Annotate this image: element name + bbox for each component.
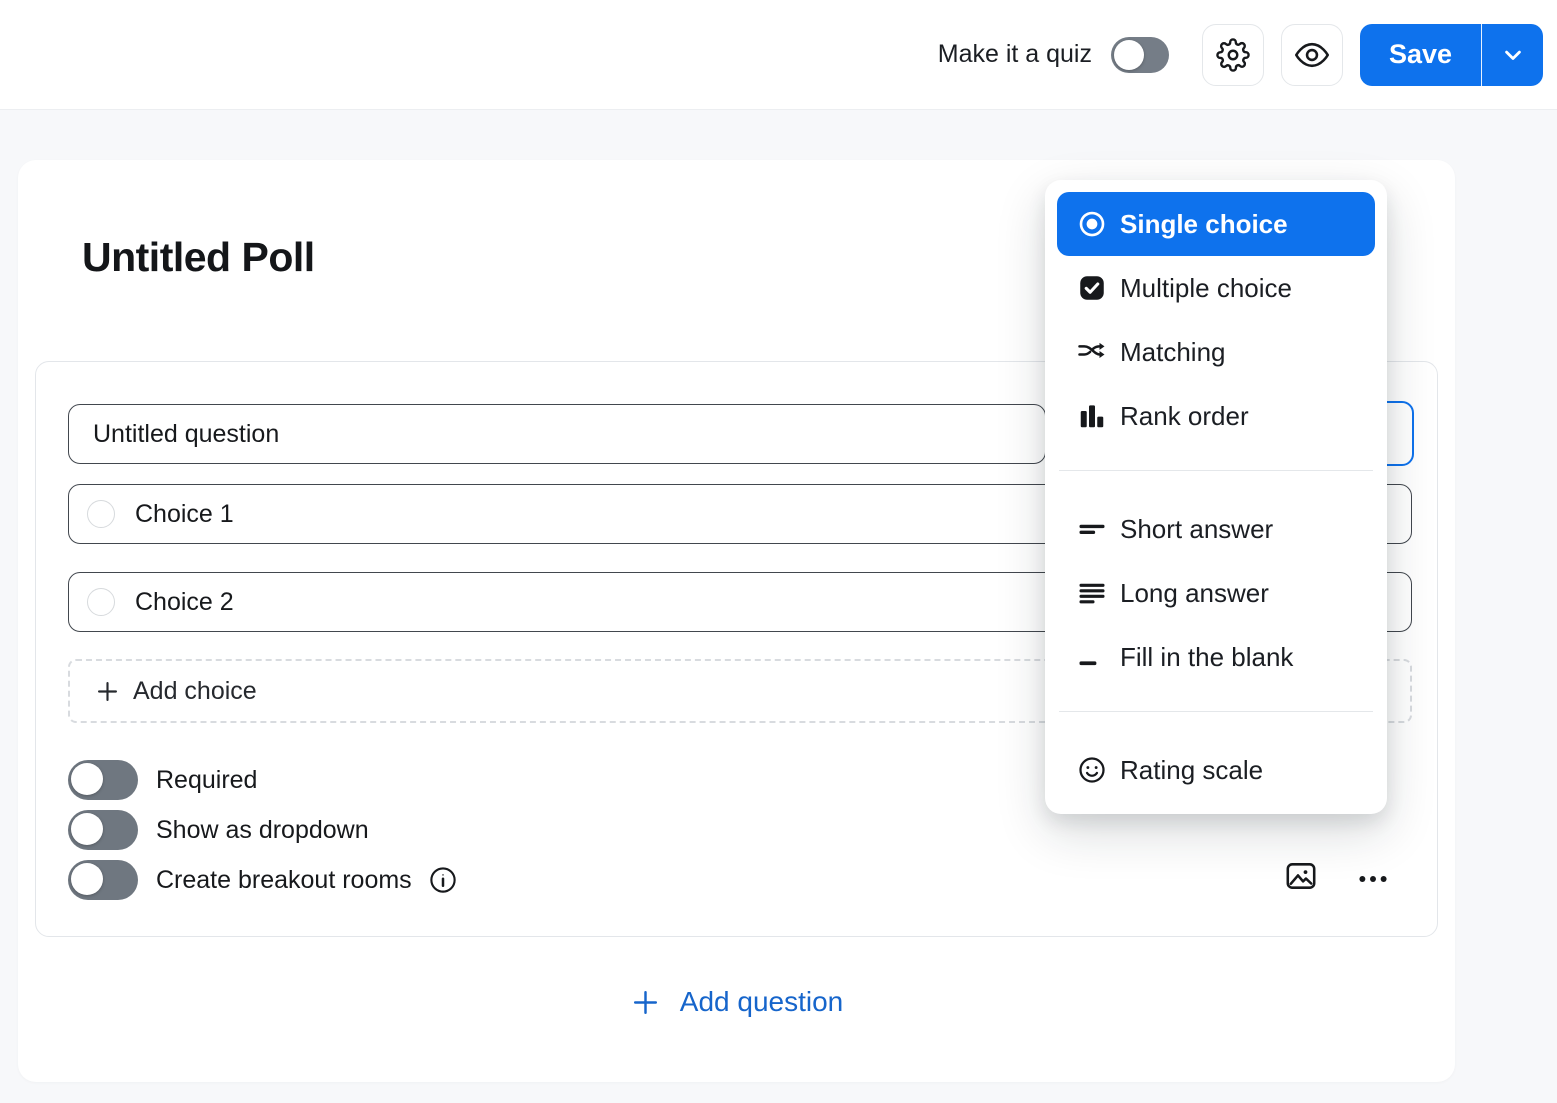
question-type-menu: Single choice Multiple choice: [1045, 180, 1387, 814]
toggle-knob: [71, 813, 103, 845]
make-it-a-quiz-label: Make it a quiz: [938, 40, 1092, 69]
create-breakout-rooms-toggle[interactable]: [68, 860, 138, 900]
menu-item-multiple-choice[interactable]: Multiple choice: [1057, 256, 1375, 320]
menu-item-label: Rank order: [1120, 401, 1249, 432]
choice-text: Choice 2: [135, 588, 234, 617]
radio-circle-icon: [87, 588, 115, 616]
menu-item-label: Short answer: [1120, 514, 1273, 545]
chevron-down-icon: [1499, 41, 1527, 69]
toggle-knob: [1114, 40, 1144, 70]
settings-button[interactable]: [1202, 24, 1264, 86]
add-image-button[interactable]: [1282, 857, 1320, 895]
menu-item-rating-scale[interactable]: Rating scale: [1057, 738, 1375, 802]
show-as-dropdown-label: Show as dropdown: [156, 816, 369, 845]
preview-button[interactable]: [1281, 24, 1343, 86]
menu-item-label: Multiple choice: [1120, 273, 1292, 304]
more-options-button[interactable]: [1354, 860, 1392, 898]
menu-item-matching[interactable]: Matching: [1057, 320, 1375, 384]
choice-text: Choice 1: [135, 500, 234, 529]
menu-item-single-choice[interactable]: Single choice: [1057, 192, 1375, 256]
menu-divider: [1059, 470, 1373, 471]
checkbox-icon: [1077, 273, 1107, 303]
create-breakout-rooms-label: Create breakout rooms: [156, 866, 412, 895]
menu-item-label: Long answer: [1120, 578, 1269, 609]
plus-icon: [94, 678, 121, 705]
save-split-button: Save: [1360, 24, 1543, 86]
menu-item-rank-order[interactable]: Rank order: [1057, 384, 1375, 448]
menu-item-long-answer[interactable]: Long answer: [1057, 561, 1375, 625]
menu-item-label: Single choice: [1120, 209, 1288, 240]
editor-canvas: Untitled Poll Choice 1 Choice 2: [0, 110, 1557, 1103]
menu-divider: [1059, 711, 1373, 712]
add-question-label: Add question: [680, 986, 843, 1018]
poll-title[interactable]: Untitled Poll: [82, 234, 315, 281]
show-as-dropdown-toggle[interactable]: [68, 810, 138, 850]
save-button[interactable]: Save: [1360, 24, 1482, 86]
menu-item-label: Fill in the blank: [1120, 642, 1293, 673]
bar-chart-icon: [1077, 401, 1107, 431]
eye-icon: [1294, 37, 1330, 73]
plus-icon: [630, 987, 661, 1018]
required-label: Required: [156, 766, 257, 795]
image-icon: [1283, 858, 1319, 894]
save-dropdown-button[interactable]: [1482, 24, 1543, 86]
menu-item-short-answer[interactable]: Short answer: [1057, 497, 1375, 561]
long-lines-icon: [1077, 578, 1107, 608]
underscore-icon: [1077, 642, 1107, 672]
poll-editor-screen: Make it a quiz Save: [0, 0, 1557, 1103]
short-lines-icon: [1077, 514, 1107, 544]
question-title-input[interactable]: [68, 404, 1046, 464]
shuffle-icon: [1077, 337, 1107, 367]
make-it-a-quiz-toggle[interactable]: [1111, 37, 1169, 73]
add-question-button[interactable]: Add question: [18, 986, 1455, 1018]
ellipsis-icon: [1356, 862, 1390, 896]
info-icon[interactable]: [428, 865, 458, 895]
menu-item-label: Matching: [1120, 337, 1226, 368]
toggle-knob: [71, 763, 103, 795]
menu-item-label: Rating scale: [1120, 755, 1263, 786]
add-choice-label: Add choice: [133, 677, 257, 706]
option-row-show-as-dropdown: Show as dropdown: [68, 810, 369, 850]
menu-item-fill-in-the-blank[interactable]: Fill in the blank: [1057, 625, 1375, 689]
radio-circle-icon: [87, 500, 115, 528]
required-toggle[interactable]: [68, 760, 138, 800]
option-row-breakout-rooms: Create breakout rooms: [68, 860, 458, 900]
smiley-icon: [1077, 755, 1107, 785]
gear-icon: [1216, 38, 1250, 72]
header-toolbar: Make it a quiz Save: [0, 0, 1557, 110]
option-row-required: Required: [68, 760, 257, 800]
toggle-knob: [71, 863, 103, 895]
radio-icon: [1077, 209, 1107, 239]
